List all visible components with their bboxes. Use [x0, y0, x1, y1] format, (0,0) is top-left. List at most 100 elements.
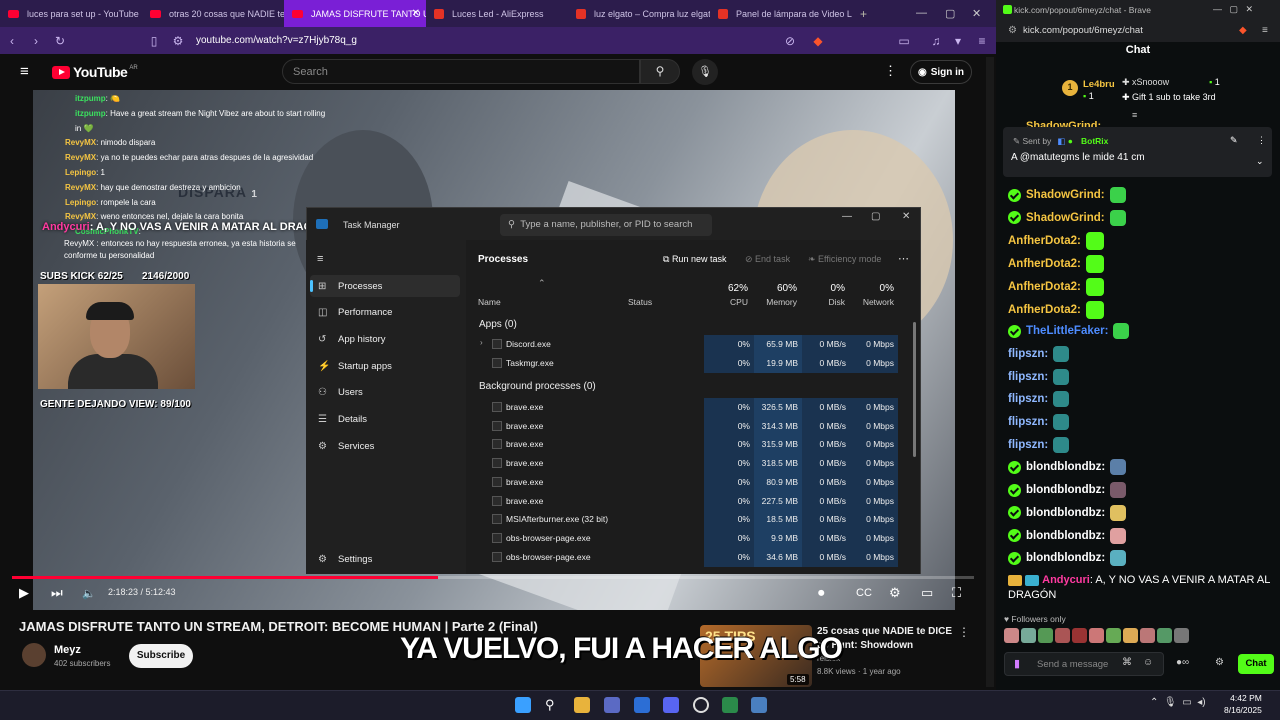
smiley-icon[interactable]: ☺: [1143, 657, 1153, 668]
chat-username[interactable]: blondblondbz:: [1026, 507, 1105, 519]
chevron-down-icon[interactable]: ⌄: [1256, 156, 1264, 167]
collapse-icon[interactable]: ≡: [1132, 110, 1137, 120]
cast-icon[interactable]: ▭: [892, 34, 916, 48]
unpin-icon[interactable]: ✎: [1230, 135, 1238, 146]
chat-username[interactable]: AnfherDota2:: [1008, 281, 1081, 293]
expand-icon[interactable]: ›: [480, 338, 483, 347]
app-icon[interactable]: [634, 697, 650, 713]
chat-username[interactable]: ShadowGrind:: [1026, 189, 1105, 201]
hamburger-menu-icon[interactable]: ≡: [20, 63, 29, 80]
fullscreen-icon[interactable]: ⛶: [952, 585, 961, 601]
search-button[interactable]: ⚲: [640, 59, 680, 84]
file-explorer-icon[interactable]: [574, 697, 590, 713]
nav-settings[interactable]: ⚙ Settings: [310, 548, 460, 570]
menu-icon[interactable]: ≡: [970, 34, 994, 48]
emote-icon[interactable]: [1123, 628, 1138, 643]
leader2[interactable]: ✚ xSnooow ▪ 1: [1122, 77, 1220, 88]
reload-icon[interactable]: ↻: [48, 34, 72, 48]
system-tray-icons[interactable]: ⌃ 🎙 ▭ ◂): [1150, 697, 1206, 708]
end-task-button[interactable]: ⊘ End task: [745, 254, 790, 265]
nav-users[interactable]: ⚇ Users: [310, 381, 460, 403]
chat-username[interactable]: flipszn:: [1008, 416, 1048, 428]
users-icon[interactable]: ●∞: [1176, 657, 1189, 668]
youtube-logo[interactable]: YouTube AR: [52, 64, 138, 80]
tracker-block-icon[interactable]: ⊘: [778, 34, 802, 48]
emote-icon[interactable]: [1106, 628, 1121, 643]
subscribe-button[interactable]: Subscribe: [129, 644, 193, 668]
task-manager-icon[interactable]: [751, 697, 767, 713]
minimize-icon[interactable]: —: [842, 211, 852, 222]
process-row[interactable]: obs-browser-page.exe 0% 34.6 MB 0 MB/s 0 Mbp…: [466, 547, 914, 567]
forward-icon[interactable]: ›: [24, 34, 48, 48]
chat-username[interactable]: blondblondbz:: [1026, 484, 1105, 496]
suggested-more-icon[interactable]: ⋮: [958, 625, 970, 639]
taskbar-clock[interactable]: 4:42 PM 8/16/2025: [1224, 692, 1262, 716]
col-memory[interactable]: Memory: [752, 297, 797, 307]
captions-icon[interactable]: CC: [856, 587, 872, 599]
process-row[interactable]: brave.exe 0% 315.9 MB 0 MB/s 0 Mbps: [466, 435, 914, 455]
emote-icon[interactable]: [1140, 628, 1155, 643]
emote-picker-icon[interactable]: ⌘: [1122, 657, 1132, 668]
emote-icon[interactable]: [1072, 628, 1087, 643]
brave-shield-icon[interactable]: ◆: [1239, 25, 1247, 36]
store-icon[interactable]: [604, 697, 620, 713]
process-row[interactable]: brave.exe 0% 314.3 MB 0 MB/s 0 Mbps: [466, 416, 914, 436]
task-manager-search[interactable]: ⚲ Type a name, publisher, or PID to sear…: [500, 214, 712, 236]
window-controls[interactable]: — ▢ ✕: [1213, 4, 1253, 15]
process-row[interactable]: obs-browser-page.exe 0% 9.9 MB 0 MB/s 0 Mbps: [466, 528, 914, 548]
channel-avatar[interactable]: [22, 643, 46, 667]
start-icon[interactable]: [515, 697, 531, 713]
efficiency-mode-button[interactable]: ❧ Efficiency mode: [808, 254, 881, 265]
channel-name[interactable]: Meyz: [54, 644, 81, 656]
extensions-icon[interactable]: ▾: [946, 34, 970, 48]
chat-username[interactable]: blondblondbz:: [1026, 552, 1105, 564]
sign-in-button[interactable]: ◉ Sign in: [910, 60, 972, 84]
nav-services[interactable]: ⚙ Services: [310, 435, 460, 457]
gear-icon[interactable]: ⚙: [1215, 657, 1224, 668]
nav-startup-apps[interactable]: ⚡ Startup apps: [310, 355, 460, 377]
chat-username[interactable]: flipszn:: [1008, 371, 1048, 383]
site-info-icon[interactable]: ⚙: [1008, 25, 1017, 36]
emote-icon[interactable]: [1089, 628, 1104, 643]
app-icon[interactable]: [722, 697, 738, 713]
browser-tab[interactable]: luz elgato – Compra luz elgato: [568, 0, 710, 27]
brave-shield-icon[interactable]: ◆: [806, 34, 830, 48]
chat-username[interactable]: flipszn:: [1008, 439, 1048, 451]
play-icon[interactable]: ▶: [19, 585, 29, 601]
browser-tab[interactable]: luces para set up - YouTube: [0, 0, 142, 27]
chat-username[interactable]: TheLittleFaker:: [1026, 325, 1108, 337]
process-row[interactable]: Taskmgr.exe 0% 19.9 MB 0 MB/s 0 Mbps: [466, 353, 914, 373]
close-icon[interactable]: ✕: [902, 211, 910, 222]
new-tab-icon[interactable]: +: [860, 7, 867, 21]
menu-icon[interactable]: ≡: [1262, 25, 1268, 36]
chat-username[interactable]: flipszn:: [1008, 393, 1048, 405]
col-cpu[interactable]: CPU: [704, 297, 748, 307]
chat-username[interactable]: flipszn:: [1008, 348, 1048, 360]
next-icon[interactable]: ⏭: [51, 585, 63, 601]
search-input[interactable]: Search: [282, 59, 640, 84]
emote-icon[interactable]: [1038, 628, 1053, 643]
pinned-bot-name[interactable]: BotRix: [1081, 136, 1108, 146]
url-field[interactable]: youtube.com/watch?v=z7Hjyb78q_g: [196, 35, 357, 46]
mic-icon[interactable]: ▮: [1014, 657, 1020, 670]
process-row[interactable]: brave.exe 0% 80.9 MB 0 MB/s 0 Mbps: [466, 472, 914, 492]
obs-icon[interactable]: [693, 697, 709, 713]
nav-performance[interactable]: ◫ Performance: [310, 301, 460, 323]
settings-gear-icon[interactable]: ⚙: [889, 585, 901, 601]
process-row[interactable]: › Discord.exe 0% 65.9 MB 0 MB/s 0 Mbps: [466, 335, 914, 354]
page-scrollbar[interactable]: [986, 57, 994, 687]
nav-app-history[interactable]: ↺ App history: [310, 328, 460, 350]
browser-tab[interactable]: Luces Led - AliExpress: [426, 0, 568, 27]
chat-send-button[interactable]: Chat: [1238, 654, 1274, 674]
bookmark-icon[interactable]: ▯: [142, 34, 166, 48]
chat-input[interactable]: Send a message: [1004, 652, 1164, 676]
chat-username[interactable]: AnfherDota2:: [1008, 235, 1081, 247]
col-status[interactable]: Status: [628, 297, 652, 307]
leader-name[interactable]: Le4bru: [1083, 79, 1115, 90]
more-options-icon[interactable]: ⋮: [1257, 135, 1266, 146]
voice-search-button[interactable]: 🎙: [692, 59, 718, 85]
col-network[interactable]: Network: [848, 297, 894, 307]
emote-icon[interactable]: [1157, 628, 1172, 643]
nav-details[interactable]: ☰ Details: [310, 408, 460, 430]
process-row[interactable]: MSIAfterburner.exe (32 bit) 0% 18.5 MB 0 MB…: [466, 510, 914, 530]
